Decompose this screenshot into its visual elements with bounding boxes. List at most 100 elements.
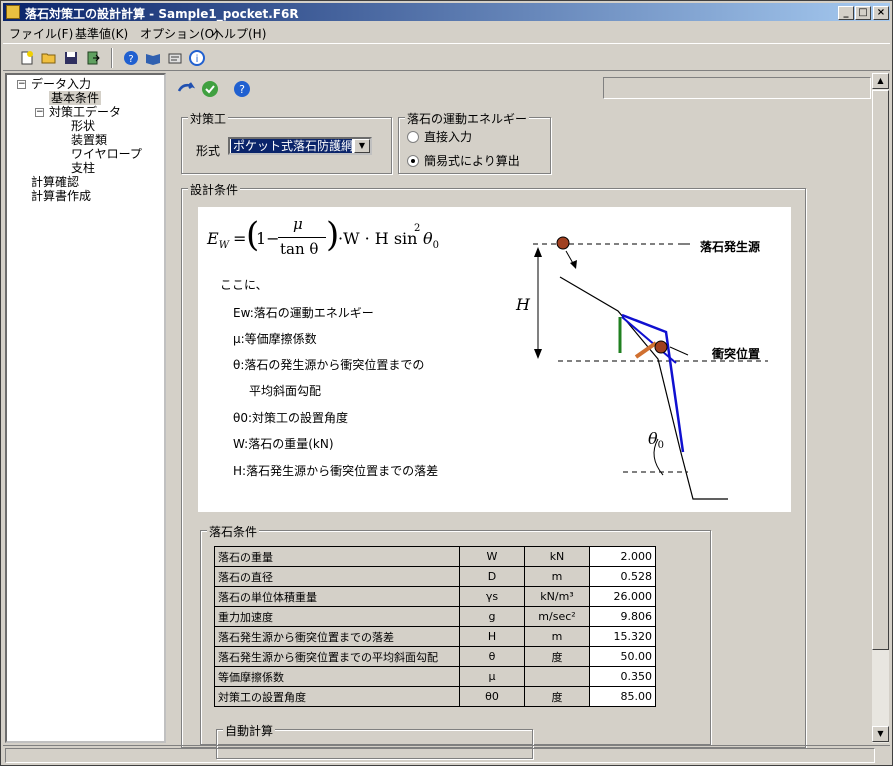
row-unit <box>524 666 590 687</box>
slope-diagram <box>533 236 768 500</box>
tree-item-basic-conditions[interactable]: 基本条件 <box>49 91 102 105</box>
manual-button[interactable] <box>143 48 163 68</box>
menu-bar: ファイル(F) 基準値(K) オプション(O) ヘルプ(H) <box>3 22 890 42</box>
tree-item-post[interactable]: 支柱 <box>71 161 95 175</box>
minimize-button[interactable]: _ <box>838 6 854 20</box>
type-select[interactable]: ポケット式落石防護網 ▼ <box>228 137 372 155</box>
desc-theta: θ:落石の発生源から衝突位置までの <box>233 358 425 372</box>
label-rock-source: 落石発生源 <box>700 240 761 254</box>
svg-text:?: ? <box>128 54 133 65</box>
card-icon <box>168 53 182 64</box>
desc-height: H:落石発生源から衝突位置までの落差 <box>233 464 439 478</box>
row-label: 落石発生源から衝突位置までの落差 <box>214 626 460 647</box>
row-value-input[interactable]: 26.000 <box>589 586 656 607</box>
row-value-input[interactable]: 0.528 <box>589 566 656 587</box>
help-button[interactable]: ? <box>121 48 141 68</box>
info-card-button[interactable] <box>165 48 185 68</box>
row-value-input[interactable]: 2.000 <box>589 546 656 567</box>
tree-item-report[interactable]: 計算書作成 <box>31 189 91 203</box>
menu-help[interactable]: ヘルプ(H) <box>212 25 266 42</box>
menu-file[interactable]: ファイル(F) <box>9 25 73 42</box>
close-button[interactable]: × <box>873 6 889 20</box>
radio-circle[interactable] <box>407 154 419 167</box>
menu-option[interactable]: オプション(O) <box>140 25 219 42</box>
desc-ew: Ew:落石の運動エネルギー <box>233 306 374 320</box>
radio-simple-label: 簡易式により算出 <box>424 154 520 168</box>
open-file-button[interactable] <box>39 48 59 68</box>
row-unit: m <box>524 566 590 587</box>
row-symbol: g <box>459 606 525 627</box>
svg-text:i: i <box>196 54 199 65</box>
label-theta0: θ0 <box>648 429 665 452</box>
row-value-input[interactable]: 9.806 <box>589 606 656 627</box>
save-button[interactable] <box>61 48 81 68</box>
export-button[interactable] <box>83 48 103 68</box>
formula-theta0: θ0 <box>423 229 440 252</box>
row-value-input[interactable]: 85.00 <box>589 686 656 707</box>
radio-simple-formula[interactable]: 簡易式により算出 <box>407 152 520 169</box>
menu-standard[interactable]: 基準値(K) <box>75 25 128 42</box>
row-unit: 度 <box>524 686 590 707</box>
tree-item-shape[interactable]: 形状 <box>71 119 95 133</box>
vertical-scrollbar[interactable]: ▲ ▼ <box>872 73 889 743</box>
tree-item-measure-data[interactable]: 対策工データ <box>49 105 121 119</box>
new-file-button[interactable] <box>17 48 37 68</box>
formula-figure: EW = ( 1− μ tan θ ) ·W · H sin 2 θ0 ここに、… <box>198 207 791 512</box>
measure-group-label: 対策工 <box>188 110 229 127</box>
table-row: 落石の直径 D m 0.528 <box>214 566 656 587</box>
scroll-thumb[interactable] <box>872 90 889 650</box>
formula-denominator: tan θ <box>280 240 319 258</box>
table-row: 落石発生源から衝突位置までの落差 H m 15.320 <box>214 626 656 647</box>
back-button[interactable] <box>176 79 196 99</box>
radio-direct-label: 直接入力 <box>424 130 473 144</box>
about-button[interactable]: i <box>187 48 207 68</box>
row-value-input[interactable]: 15.320 <box>589 626 656 647</box>
row-label: 落石の直径 <box>214 566 460 587</box>
label-impact-position: 衝突位置 <box>712 347 761 361</box>
radio-circle[interactable] <box>407 130 419 143</box>
info-icon: i <box>189 50 205 66</box>
fall-arrow-head <box>570 260 577 269</box>
radio-direct-input[interactable]: 直接入力 <box>407 128 472 145</box>
maximize-button[interactable]: □ <box>855 6 871 20</box>
label-height: H <box>516 295 530 314</box>
row-value-input[interactable]: 0.350 <box>589 666 656 687</box>
app-icon <box>6 5 20 19</box>
window-title: 落石対策工の設計計算 - Sample1_pocket.F6R <box>25 7 299 21</box>
desc-theta-cont: 平均斜面勾配 <box>249 384 322 398</box>
rock-impact-circle <box>654 340 668 354</box>
table-row: 落石の単位体積重量 γs kN/m³ 26.000 <box>214 586 656 607</box>
floppy-disk-icon <box>65 52 77 64</box>
formula-square: 2 <box>414 223 421 234</box>
collapse-icon[interactable]: − <box>35 108 44 117</box>
row-unit: kN/m³ <box>524 586 590 607</box>
tree-item-calc-check[interactable]: 計算確認 <box>31 175 79 189</box>
table-row: 重力加速度 g m/sec² 9.806 <box>214 606 656 627</box>
type-label: 形式 <box>196 144 221 158</box>
rock-source-circle <box>556 236 570 250</box>
auto-calc-group-label: 自動計算 <box>223 722 276 739</box>
row-label: 落石の重量 <box>214 546 460 567</box>
tree-item-data-input[interactable]: データ入力 <box>31 77 91 91</box>
row-label: 落石の単位体積重量 <box>214 586 460 607</box>
design-group-label: 設計条件 <box>188 181 241 198</box>
collapse-icon[interactable]: − <box>17 80 26 89</box>
row-unit: kN <box>524 546 590 567</box>
folder-open-icon <box>41 53 56 64</box>
formula-lhs: EW <box>207 229 229 252</box>
scroll-down-button[interactable]: ▼ <box>872 726 889 742</box>
confirm-button[interactable] <box>200 79 220 99</box>
status-pane <box>5 748 875 763</box>
scroll-up-button[interactable]: ▲ <box>872 73 889 89</box>
row-label: 重力加速度 <box>214 606 460 627</box>
row-unit: m/sec² <box>524 606 590 627</box>
panel-help-button[interactable]: ? <box>232 79 252 99</box>
chevron-down-icon[interactable]: ▼ <box>354 139 370 153</box>
main-panel: ? 対策工 形式 ポケット式落石防護網 ▼ 落石の運動エネルギー 直接入力 簡易… <box>168 73 890 759</box>
tree-item-wire-rope[interactable]: ワイヤロープ <box>71 147 142 161</box>
svg-text:?: ? <box>239 83 245 96</box>
row-value-input[interactable]: 50.00 <box>589 646 656 667</box>
status-bar <box>3 745 890 764</box>
tree-item-devices[interactable]: 装置類 <box>71 133 107 147</box>
row-symbol: D <box>459 566 525 587</box>
